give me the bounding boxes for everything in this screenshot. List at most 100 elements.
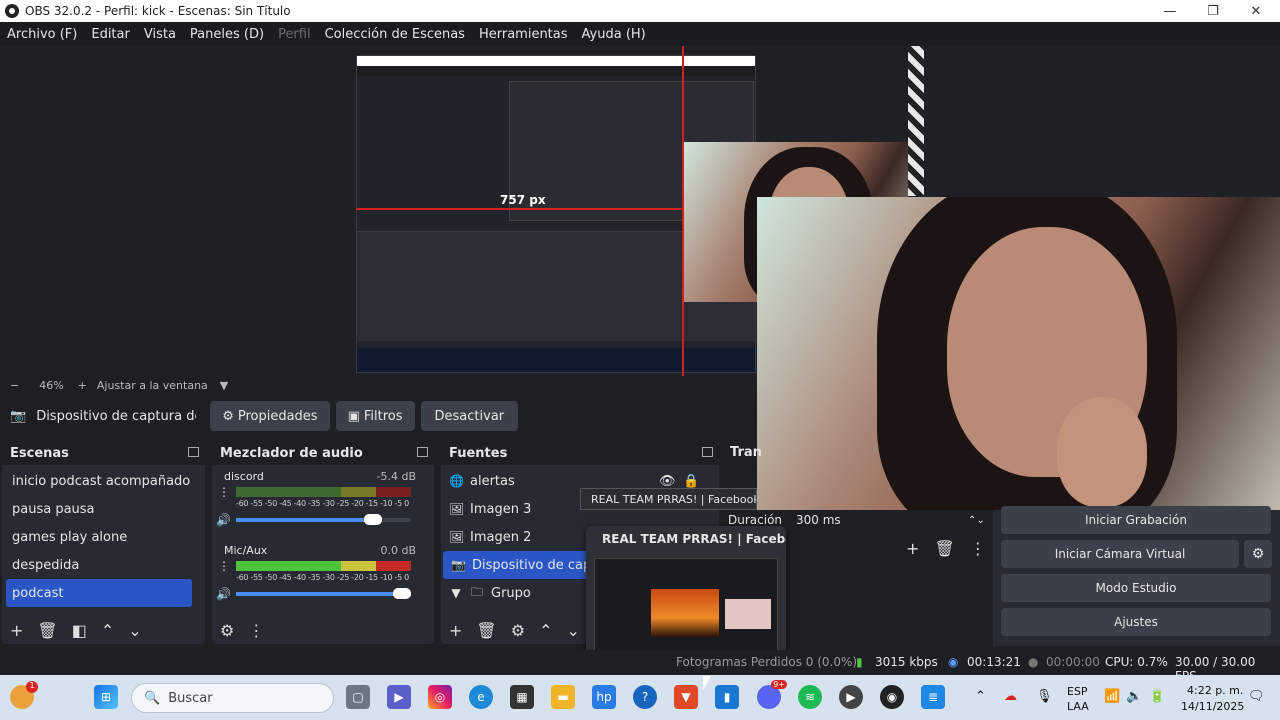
studio-mode-button[interactable]: Modo Estudio bbox=[1001, 574, 1271, 602]
app-icon-blue[interactable]: ▮ bbox=[715, 685, 739, 709]
chevron-down-icon[interactable]: ▼ bbox=[449, 586, 463, 600]
tray-app-icon[interactable]: ☁ bbox=[1004, 689, 1017, 704]
undock-icon[interactable] bbox=[702, 447, 713, 457]
lang-primary[interactable]: ESP bbox=[1067, 685, 1088, 698]
move-down-icon[interactable]: ⌄ bbox=[128, 621, 141, 640]
lock-icon[interactable]: 🔒 bbox=[683, 474, 699, 489]
taskbar-search[interactable]: 🔍 Buscar bbox=[131, 683, 334, 713]
deactivate-button[interactable]: Desactivar bbox=[420, 401, 519, 431]
edge-icon[interactable]: e bbox=[469, 685, 493, 709]
menu-ayuda[interactable]: Ayuda (H) bbox=[582, 27, 646, 42]
media-player-icon[interactable]: ▶ bbox=[839, 685, 863, 709]
battery-icon[interactable]: 🔋 bbox=[1149, 689, 1165, 704]
meter-scale: -60 -55 -50 -45 -40 -35 -30 -25 -20 -15 … bbox=[236, 573, 409, 582]
close-button[interactable]: ✕ bbox=[1234, 0, 1278, 22]
add-source-icon[interactable]: + bbox=[449, 621, 462, 640]
duration-value[interactable]: 300 ms bbox=[796, 513, 841, 527]
taskbar-thumbnail-preview[interactable]: REAL TEAM PRRAS! | Facebook ... bbox=[586, 526, 786, 660]
minimize-button[interactable]: — bbox=[1148, 0, 1192, 22]
start-virtual-camera-button[interactable]: Iniciar Cámara Virtual bbox=[1001, 540, 1239, 568]
add-scene-icon[interactable]: + bbox=[10, 621, 23, 640]
scene-item-selected[interactable]: podcast bbox=[6, 579, 192, 607]
spotify-icon[interactable]: ≋ bbox=[798, 685, 822, 709]
start-recording-button[interactable]: Iniciar Grabación bbox=[1001, 506, 1271, 534]
scene-item[interactable]: inicio podcast acompañado bbox=[2, 467, 205, 495]
hp-icon[interactable]: hp bbox=[592, 685, 616, 709]
windows-start-icon[interactable]: ⊞ bbox=[94, 685, 118, 709]
menu-coleccion[interactable]: Colección de Escenas bbox=[325, 27, 465, 42]
meet-icon[interactable]: ▶ bbox=[387, 685, 411, 709]
move-down-icon[interactable]: ⌄ bbox=[566, 621, 579, 640]
menu-herramientas[interactable]: Herramientas bbox=[479, 27, 568, 42]
speaker-icon[interactable]: 🔊 bbox=[216, 513, 231, 527]
dropped-frames: Fotogramas Perdidos 0 (0.0%) bbox=[676, 655, 858, 669]
file-explorer-icon[interactable]: ▬ bbox=[551, 685, 575, 709]
bitrate: 3015 kbps bbox=[875, 655, 938, 669]
remove-scene-icon[interactable]: 🗑 bbox=[37, 621, 57, 640]
task-view-icon[interactable]: ▢ bbox=[346, 685, 370, 709]
webcam-feed-large bbox=[757, 197, 1280, 510]
scene-item[interactable]: despedida bbox=[2, 551, 205, 579]
instagram-icon[interactable]: ◎ bbox=[428, 685, 452, 709]
zoom-dropdown-icon[interactable]: ▼ bbox=[220, 379, 228, 392]
tray-chevron-icon[interactable]: ⌃ bbox=[975, 689, 986, 704]
zoom-out-button[interactable]: − bbox=[10, 379, 19, 392]
clock-date[interactable]: 14/11/2025 bbox=[1181, 700, 1244, 713]
speaker-icon[interactable]: 🔊 bbox=[216, 587, 231, 601]
guide-line-vertical bbox=[682, 46, 684, 376]
thumbnail-title-bar: REAL TEAM PRRAS! | Facebook ... bbox=[586, 526, 786, 552]
clock-time[interactable]: 4:22 p. m. bbox=[1187, 684, 1243, 697]
add-transition-icon[interactable]: + bbox=[906, 539, 919, 558]
volume-icon[interactable]: 🔈 bbox=[1126, 689, 1142, 704]
restore-button[interactable]: ❐ bbox=[1191, 0, 1235, 22]
menu-bar: Archivo (F) Editar Vista Paneles (D) Per… bbox=[0, 22, 1280, 46]
discord-icon[interactable]: 9+ bbox=[757, 680, 787, 709]
lang-secondary[interactable]: LAA bbox=[1067, 700, 1089, 713]
brave-browser-icon[interactable]: ▼ bbox=[674, 685, 698, 709]
record-time: 00:00:00 bbox=[1046, 655, 1100, 669]
fit-window-button[interactable]: Ajustar a la ventana bbox=[97, 379, 208, 392]
scene-filters-icon[interactable]: ◧ bbox=[72, 621, 87, 640]
move-up-icon[interactable]: ⌃ bbox=[101, 621, 114, 640]
scenes-title: Escenas bbox=[10, 445, 69, 461]
microphone-icon[interactable]: 🎙 bbox=[1036, 689, 1053, 704]
virtual-camera-settings-button[interactable]: ⚙ bbox=[1244, 540, 1272, 568]
menu-vista[interactable]: Vista bbox=[144, 27, 176, 42]
filters-button[interactable]: ▣ Filtros bbox=[335, 401, 415, 431]
scene-item[interactable]: pausa pausa bbox=[2, 495, 205, 523]
undock-icon[interactable] bbox=[188, 447, 199, 457]
store-icon[interactable]: ▦ bbox=[510, 685, 534, 709]
notifications-icon[interactable]: 🗨 bbox=[1248, 689, 1265, 704]
channel-menu-icon[interactable]: ⋮ bbox=[218, 485, 230, 499]
undock-icon[interactable] bbox=[417, 447, 428, 457]
remove-source-icon[interactable]: 🗑 bbox=[476, 621, 496, 640]
move-up-icon[interactable]: ⌃ bbox=[539, 621, 552, 640]
eye-icon[interactable]: 👁 bbox=[659, 474, 676, 489]
settings-button[interactable]: Ajustes bbox=[1001, 608, 1271, 636]
menu-editar[interactable]: Editar bbox=[91, 27, 130, 42]
remove-transition-icon[interactable]: 🗑 bbox=[935, 539, 955, 558]
channel-menu-icon[interactable]: ⋮ bbox=[218, 559, 230, 573]
weather-icon[interactable]: 1 bbox=[10, 681, 38, 709]
volume-slider[interactable] bbox=[236, 514, 411, 525]
help-icon[interactable]: ? bbox=[633, 685, 657, 709]
obs-taskbar-icon[interactable]: ◉ bbox=[880, 685, 904, 709]
wifi-icon[interactable]: 📶 bbox=[1104, 689, 1120, 704]
mixer-header: Mezclador de audio bbox=[212, 441, 434, 465]
spin-arrows-icon[interactable]: ⌃⌄ bbox=[968, 515, 985, 526]
mixer-menu-icon[interactable]: ⋮ bbox=[248, 621, 264, 640]
source-properties-icon[interactable]: ⚙ bbox=[511, 621, 525, 640]
guide-line-horizontal bbox=[356, 208, 684, 210]
scene-item[interactable]: games play alone bbox=[2, 523, 205, 551]
volume-slider[interactable] bbox=[236, 588, 411, 599]
menu-perfil[interactable]: Perfil bbox=[278, 27, 311, 42]
transition-menu-icon[interactable]: ⋮ bbox=[970, 539, 986, 558]
zoom-in-button[interactable]: + bbox=[78, 379, 87, 392]
menu-archivo[interactable]: Archivo (F) bbox=[7, 27, 77, 42]
scenes-header: Escenas bbox=[2, 441, 205, 465]
properties-button[interactable]: ⚙ Propiedades bbox=[210, 401, 330, 431]
menu-paneles[interactable]: Paneles (D) bbox=[190, 27, 264, 42]
notepad-icon[interactable]: ≣ bbox=[921, 685, 945, 709]
windows-taskbar: 1 ⊞ 🔍 Buscar ▢ ▶ ◎ e ▦ ▬ hp ? ▼ ▮ 9+ ≋ ▶ … bbox=[0, 675, 1280, 720]
advanced-audio-icon[interactable]: ⚙ bbox=[220, 621, 234, 640]
